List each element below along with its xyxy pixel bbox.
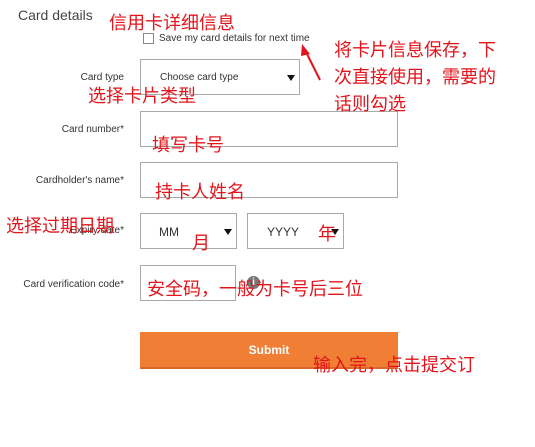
cardholder-name-label: Cardholder's name* — [35, 175, 124, 186]
annotation-save-hint-line: 将卡片信息保存，下 — [334, 40, 496, 60]
annotation-arrow — [301, 44, 321, 81]
annotation-card-number: 填写卡号 — [152, 135, 224, 155]
annotation-cvc: 安全码，一般为卡号后三位 — [147, 279, 363, 299]
annotation-card-type: 选择卡片类型 — [88, 86, 196, 106]
chevron-down-icon — [287, 75, 295, 81]
card-number-label: Card number* — [61, 124, 124, 135]
annotation-expiry: 选择过期日期 — [6, 216, 114, 236]
annotation-save-hint-line: 话则勾选 — [334, 94, 406, 114]
cvc-label: Card verification code* — [23, 279, 124, 290]
annotation-save-hint-line: 次直接使用，需要的 — [334, 67, 496, 87]
annotation-card-details: 信用卡详细信息 — [109, 13, 235, 33]
expiry-month-select[interactable]: MM — [140, 213, 237, 249]
expiry-year-value: YYYY — [267, 225, 300, 239]
page-title: Card details — [18, 7, 93, 23]
chevron-down-icon — [224, 229, 232, 235]
annotation-cardholder: 持卡人姓名 — [155, 182, 245, 202]
annotation-year: 年 — [318, 224, 336, 244]
annotation-submit: 输入完，点击提交订 — [313, 355, 475, 375]
expiry-month-value: MM — [159, 225, 179, 239]
annotation-save-hint: 将卡片信息保存，下 次直接使用，需要的 话则勾选 — [334, 37, 496, 118]
annotation-month: 月 — [192, 233, 210, 253]
